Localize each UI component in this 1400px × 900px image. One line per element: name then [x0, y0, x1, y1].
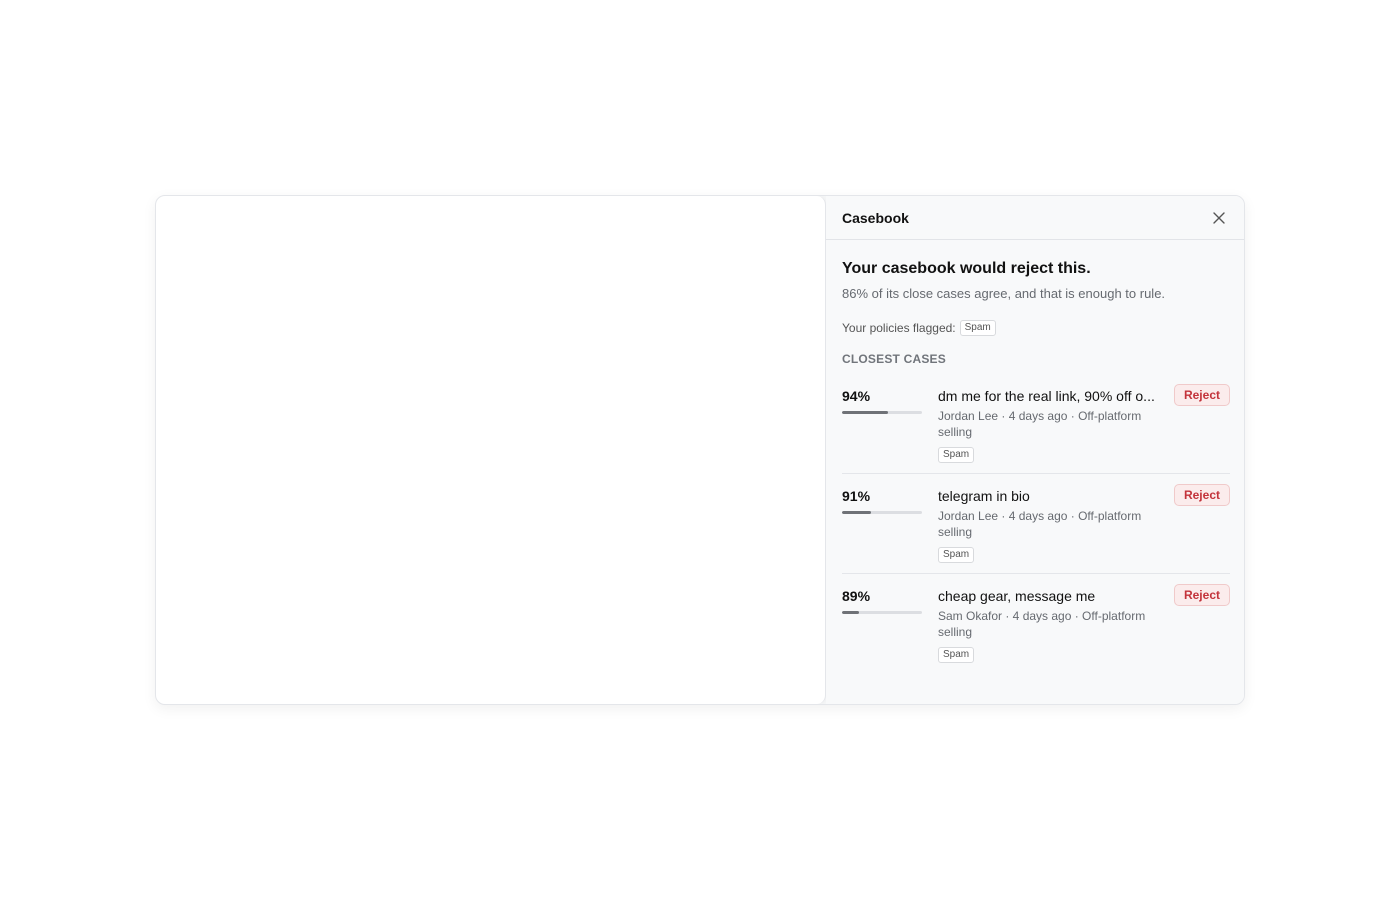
casebook-panel: Casebook Your casebook would reject this… — [826, 196, 1244, 704]
case-title[interactable]: dm me for the real link, 90% off o... — [938, 388, 1158, 404]
case-score: 89% — [842, 588, 871, 604]
panel-body: Your casebook would reject this. 86% of … — [826, 260, 1244, 674]
section-label-closest-cases: CLOSEST CASES — [842, 352, 946, 366]
case-row: 91% telegram in bio Jordan Lee · 4 days … — [842, 474, 1230, 574]
similarity-bar-fill — [842, 611, 860, 614]
case-content: telegram in bio Jordan Lee · 4 days ago … — [938, 488, 1158, 563]
case-meta: Sam Okafor · 4 days ago · Off-platform s… — [938, 609, 1146, 639]
case-meta: Jordan Lee · 4 days ago · Off-platform s… — [938, 509, 1142, 539]
case-meta: Jordan Lee · 4 days ago · Off-platform s… — [938, 409, 1142, 439]
case-row: 94% dm me for the real link, 90% off o..… — [842, 374, 1230, 474]
panel-title: Casebook — [842, 209, 909, 226]
case-title[interactable]: telegram in bio — [938, 488, 1158, 504]
case-tag: Spam — [938, 447, 975, 463]
reject-button[interactable]: Reject — [1173, 384, 1230, 406]
policies-flagged-label: Your policies flagged: — [842, 321, 956, 335]
policy-tag: Spam — [959, 320, 996, 336]
case-list: 94% dm me for the real link, 90% off o..… — [842, 374, 1230, 674]
reject-button[interactable]: Reject — [1173, 584, 1230, 606]
case-tag: Spam — [938, 647, 975, 663]
panel-header: Casebook — [826, 196, 1244, 240]
case-score: 94% — [842, 388, 871, 404]
case-score: 91% — [842, 488, 871, 504]
case-tags: Spam — [938, 444, 1158, 463]
policies-flagged-row: Your policies flagged: Spam — [842, 320, 1229, 336]
similarity-bar — [842, 411, 922, 414]
close-button[interactable] — [1209, 208, 1229, 228]
case-tags: Spam — [938, 544, 1158, 563]
similarity-bar — [842, 511, 922, 514]
case-title[interactable]: cheap gear, message me — [938, 588, 1158, 604]
content-canvas — [156, 196, 826, 704]
close-icon — [1213, 211, 1225, 224]
case-row: 89% cheap gear, message me Sam Okafor · … — [842, 574, 1230, 674]
case-content: cheap gear, message me Sam Okafor · 4 da… — [938, 588, 1158, 663]
reject-button[interactable]: Reject — [1173, 484, 1230, 506]
app-window: Casebook Your casebook would reject this… — [155, 195, 1245, 705]
similarity-bar-fill — [842, 411, 888, 414]
case-tags: Spam — [938, 644, 1158, 663]
verdict-subtext: 86% of its close cases agree, and that i… — [842, 286, 1166, 301]
case-content: dm me for the real link, 90% off o... Jo… — [938, 388, 1158, 463]
verdict-headline: Your casebook would reject this. — [842, 260, 1091, 277]
similarity-bar-fill — [842, 511, 871, 514]
case-tag: Spam — [938, 547, 975, 563]
similarity-bar — [842, 611, 922, 614]
